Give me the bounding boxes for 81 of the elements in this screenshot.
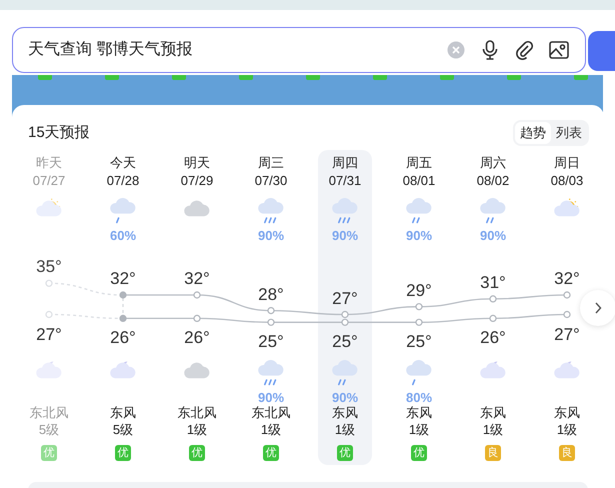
high-temp: 32° bbox=[553, 269, 581, 289]
low-temp: 26° bbox=[109, 328, 137, 348]
day-name: 昨天 bbox=[36, 154, 62, 172]
high-temp: 35° bbox=[35, 257, 63, 278]
precip-chance: 90% bbox=[258, 390, 284, 405]
high-temp: 31° bbox=[479, 272, 507, 293]
wind-direction: 东北风 bbox=[30, 404, 68, 421]
precip-chance: 90% bbox=[258, 228, 284, 243]
wind-level: 1级 bbox=[482, 421, 504, 438]
low-temp: 25° bbox=[331, 332, 359, 352]
search-field[interactable]: 天气查询 鄂博天气预报 bbox=[12, 27, 586, 73]
day-name: 周六 bbox=[480, 154, 506, 172]
low-temp: 26° bbox=[183, 328, 211, 348]
high-temp: 32° bbox=[109, 269, 137, 289]
aqi-badge: 优 bbox=[41, 445, 57, 461]
wind-level: 1级 bbox=[186, 421, 208, 438]
high-temp: 29° bbox=[405, 280, 433, 301]
day-date: 08/03 bbox=[550, 172, 584, 190]
rain-cloud-icon bbox=[478, 198, 508, 224]
aqi-badge: 优 bbox=[115, 445, 131, 461]
day-date: 07/27 bbox=[32, 172, 66, 190]
aqi-badge: 良 bbox=[485, 445, 501, 461]
wind-direction: 东风 bbox=[332, 404, 358, 421]
day-date: 07/30 bbox=[254, 172, 288, 190]
precip-chance: 80% bbox=[406, 390, 432, 405]
day-name: 周日 bbox=[554, 154, 580, 172]
wind-level: 1级 bbox=[408, 421, 430, 438]
precip-chance: 90% bbox=[480, 228, 506, 243]
wind-level: 1级 bbox=[556, 421, 578, 438]
wind-direction: 东风 bbox=[480, 404, 506, 421]
low-temp: 25° bbox=[405, 332, 433, 352]
day-name: 周四 bbox=[332, 154, 358, 172]
rain-cloud-icon bbox=[256, 360, 286, 386]
day-name: 明天 bbox=[184, 154, 210, 172]
day-date: 08/02 bbox=[476, 172, 510, 190]
rain-cloud-icon bbox=[330, 360, 360, 386]
rain-cloud-icon bbox=[404, 198, 434, 224]
rain-cloud-icon bbox=[404, 360, 434, 386]
aqi-badge: 优 bbox=[411, 445, 427, 461]
rain-cloud-icon bbox=[108, 198, 138, 224]
day-date: 07/31 bbox=[328, 172, 362, 190]
day-date: 07/28 bbox=[106, 172, 140, 190]
aqi-badge: 优 bbox=[337, 445, 353, 461]
precip-chance: 90% bbox=[406, 228, 432, 243]
high-temp: 28° bbox=[257, 284, 285, 305]
day-date: 08/01 bbox=[402, 172, 436, 190]
wind-direction: 东风 bbox=[554, 404, 580, 421]
wind-level: 5级 bbox=[38, 421, 60, 438]
wind-direction: 东风 bbox=[406, 404, 432, 421]
low-temp: 27° bbox=[553, 324, 581, 344]
high-temp: 27° bbox=[331, 288, 359, 308]
low-temp: 26° bbox=[479, 328, 507, 348]
precip-chance: 90% bbox=[332, 228, 358, 243]
aqi-badge: 良 bbox=[559, 445, 575, 461]
view-tab[interactable]: 列表 bbox=[551, 122, 587, 144]
high-temp: 32° bbox=[183, 269, 211, 289]
view-tab[interactable]: 趋势 bbox=[515, 122, 551, 144]
day-name: 周五 bbox=[406, 154, 432, 172]
day-date: 07/29 bbox=[180, 172, 214, 190]
aqi-badge: 优 bbox=[263, 445, 279, 461]
wind-level: 5级 bbox=[112, 421, 134, 438]
day-name: 周三 bbox=[258, 154, 284, 172]
microphone-icon[interactable] bbox=[481, 40, 499, 60]
wind-direction: 东北风 bbox=[178, 404, 216, 421]
wind-direction: 东北风 bbox=[252, 404, 290, 421]
precip-chance: 90% bbox=[332, 390, 358, 405]
wind-direction: 东风 bbox=[110, 404, 136, 421]
selected-column-background[interactable] bbox=[318, 150, 372, 465]
forecast-title: 15天预报 bbox=[28, 122, 90, 143]
precip-chance: 60% bbox=[110, 228, 136, 243]
rain-cloud-icon bbox=[330, 198, 360, 224]
paperclip-icon[interactable] bbox=[515, 40, 533, 60]
day-name: 今天 bbox=[110, 154, 136, 172]
wind-level: 1级 bbox=[260, 421, 282, 438]
low-temp: 25° bbox=[257, 332, 285, 352]
chevron-right-icon bbox=[594, 302, 602, 314]
rain-cloud-icon bbox=[256, 198, 286, 224]
wind-level: 1级 bbox=[334, 421, 356, 438]
low-temp: 27° bbox=[35, 324, 63, 344]
image-icon[interactable] bbox=[549, 41, 569, 59]
aqi-badge: 优 bbox=[189, 445, 205, 461]
